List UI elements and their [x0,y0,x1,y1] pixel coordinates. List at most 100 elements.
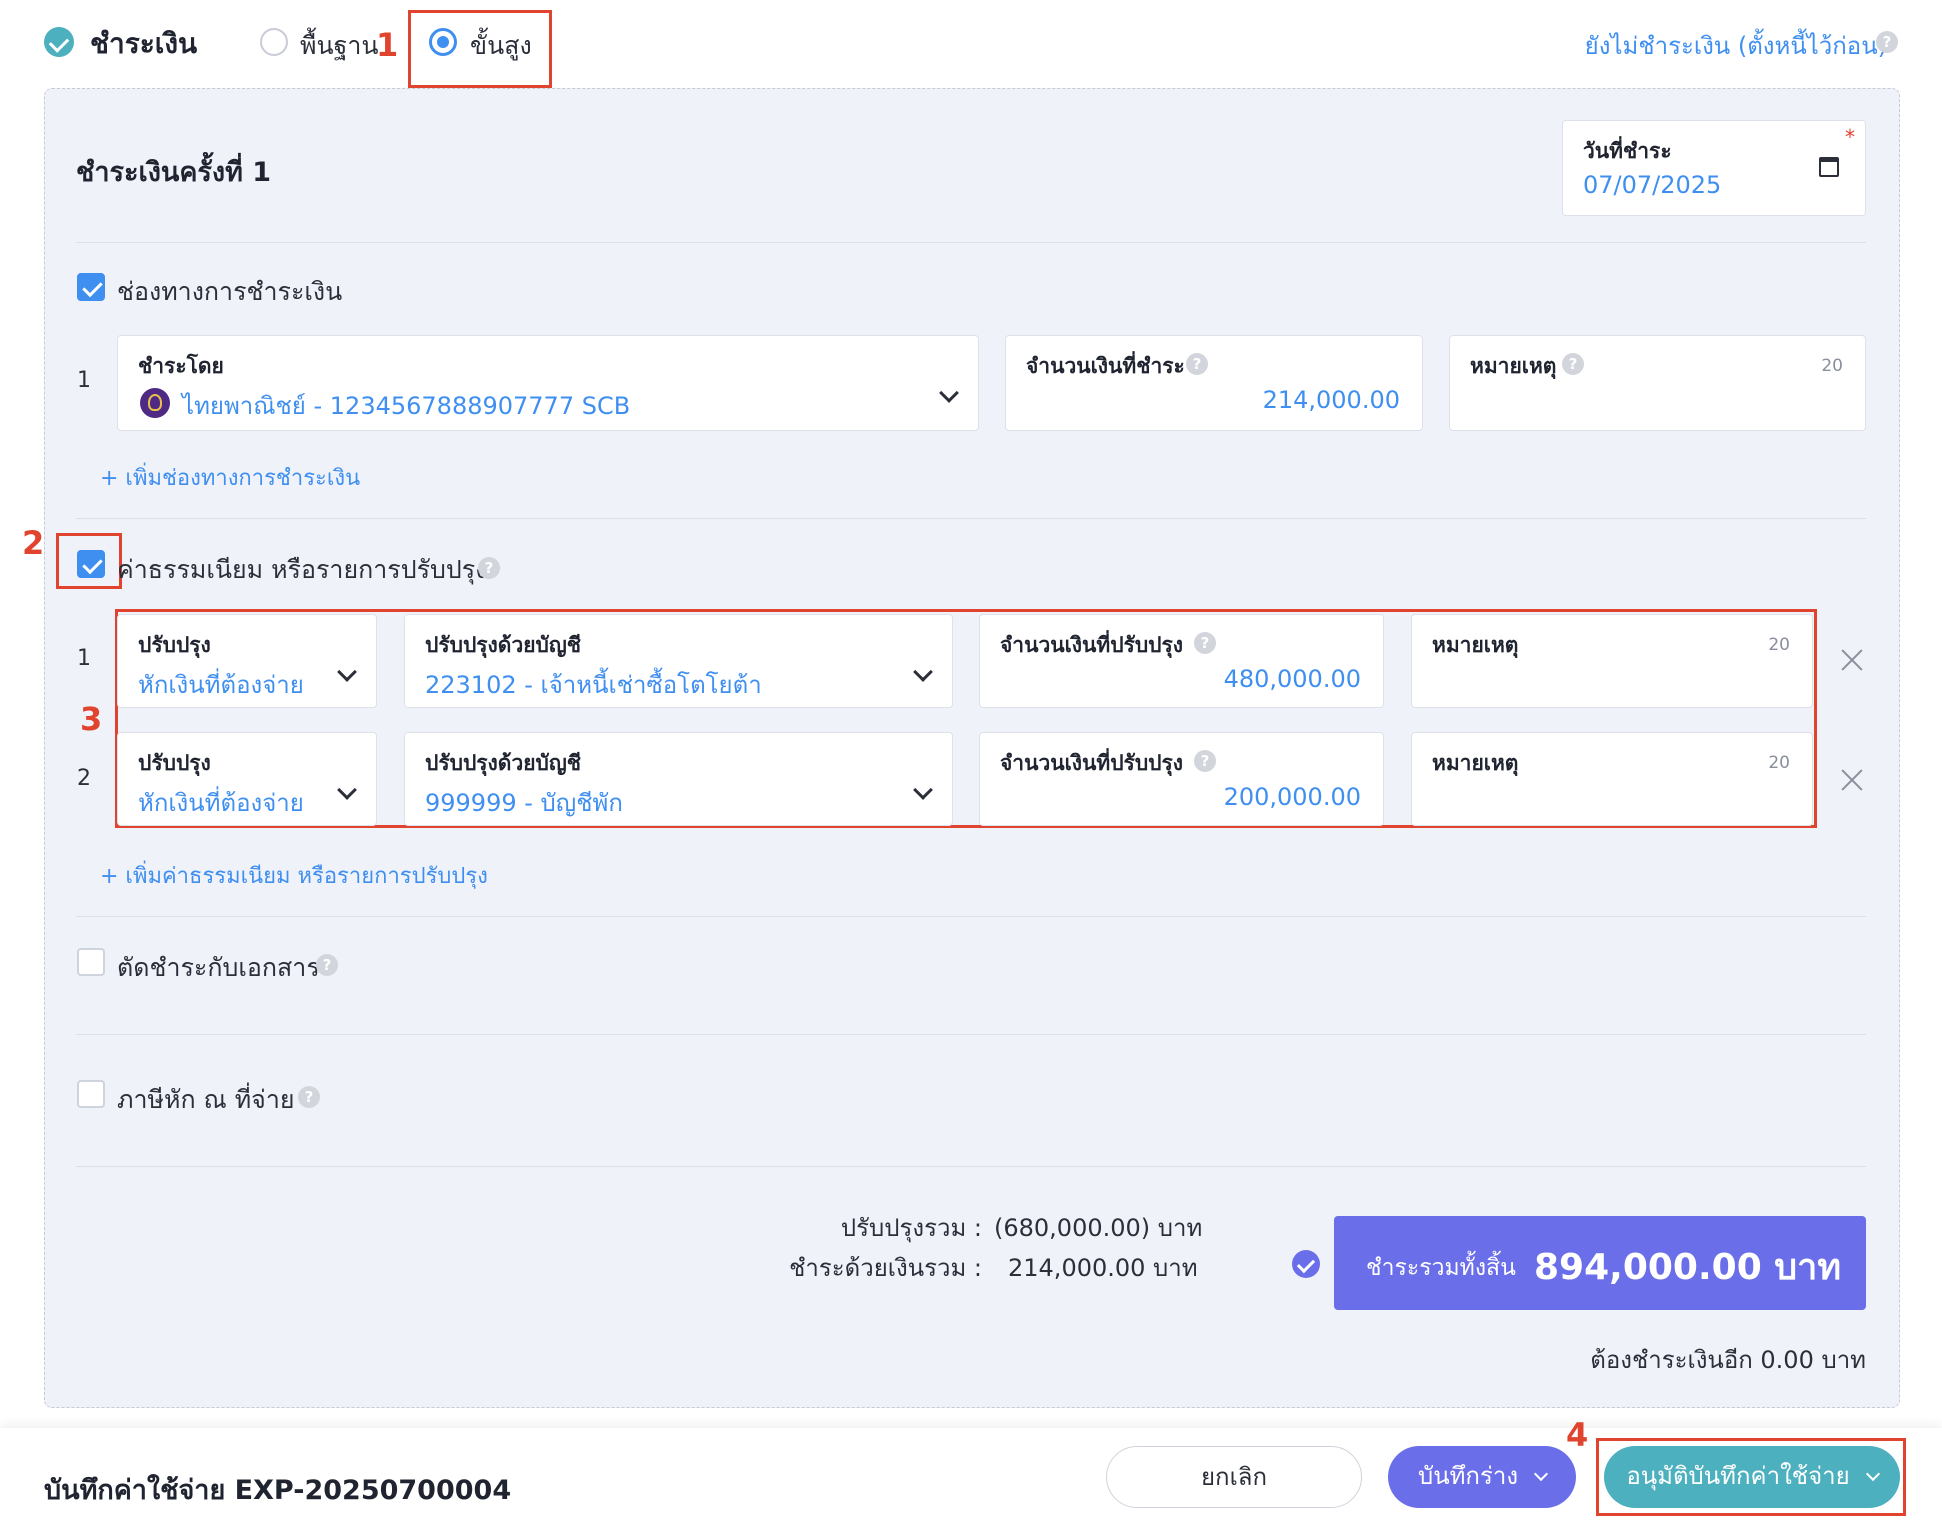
adjustments-label: ค่าธรรมเนียม หรือรายการปรับปรุง [117,555,488,584]
adjustment-type-value: หักเงินที่ต้องจ่าย [138,789,304,817]
pay-by-value: ไทยพาณิชย์ - 1234567888907777 SCB [182,392,631,420]
annotation-2: 2 [22,524,45,562]
adjustment-account-select[interactable]: ปรับปรุงด้วยบัญชี 999999 - บัญชีพัก [404,732,953,826]
unpaid-later-link[interactable]: ยังไม่ชำระเงิน (ตั้งหนี้ไว้ก่อน) [1585,26,1887,65]
cash-total-label: ชำระด้วยเงินรวม : [789,1254,982,1282]
payment-amount-field[interactable]: จำนวนเงินที่ชำระ ? 214,000.00 [1005,335,1423,431]
divider [76,1166,1866,1167]
adjustment-note-label: หมายเหตุ [1432,751,1519,775]
adjustment-note-label: หมายเหตุ [1432,633,1519,657]
total-verified-icon [1292,1250,1320,1278]
chevron-down-icon[interactable] [1533,1466,1549,1482]
adjustment-row-number: 1 [77,646,91,671]
payment-amount-value[interactable]: 214,000.00 [1263,386,1400,414]
cancel-button[interactable]: ยกเลิก [1106,1446,1362,1508]
payment-date-field[interactable]: วันที่ชำระ * 07/07/2025 [1562,120,1866,216]
mode-basic-label[interactable]: พื้นฐาน [300,26,379,66]
offset-docs-checkbox[interactable] [77,948,105,976]
note-char-counter: 20 [1768,753,1790,773]
adjustment-amount-field[interactable]: จำนวนเงินที่ปรับปรุง ? 480,000.00 [979,614,1384,708]
help-icon[interactable]: ? [478,557,500,579]
divider [76,916,1866,917]
chevron-down-icon [913,780,933,800]
channel-row-number: 1 [77,368,91,393]
payment-section-title: ชำระเงิน [90,27,198,60]
adjustment-type-select[interactable]: ปรับปรุง หักเงินที่ต้องจ่าย [117,732,377,826]
payment-amount-label: จำนวนเงินที่ชำระ [1026,354,1185,378]
cash-total-value: 214,000.00 บาท [1008,1254,1198,1282]
adjustment-type-value: หักเงินที่ต้องจ่าย [138,671,304,699]
remove-row-icon[interactable] [1840,768,1864,792]
adjustment-note-field[interactable]: หมายเหตุ 20 [1411,732,1813,826]
offset-docs-label: ตัดชำระกับเอกสาร [117,953,320,982]
help-icon[interactable]: ? [316,954,338,976]
help-icon[interactable]: ? [1562,353,1584,375]
document-title: บันทึกค่าใช้จ่าย EXP-20250700004 [44,1475,512,1506]
help-icon[interactable]: ? [1194,750,1216,772]
chevron-down-icon[interactable] [1865,1466,1880,1482]
required-mark: * [1845,125,1855,149]
add-payment-channel-link[interactable]: + เพิ่มช่องทางการชำระเงิน [100,460,360,495]
payment-channel-checkbox[interactable] [77,273,105,301]
adjustment-type-select[interactable]: ปรับปรุง หักเงินที่ต้องจ่าย [117,614,377,708]
grand-total-label: ชำระรวมทั้งสิ้น [1366,1255,1516,1281]
mode-advanced-label[interactable]: ขั้นสูง [470,26,532,66]
adjustments-checkbox[interactable] [77,550,105,578]
adjustment-amount-value[interactable]: 480,000.00 [1224,665,1361,693]
adjustment-amount-label: จำนวนเงินที่ปรับปรุง [1000,751,1184,775]
payment-note-field[interactable]: หมายเหตุ ? 20 [1449,335,1866,431]
payment-date-label: วันที่ชำระ [1583,139,1672,163]
annotation-4: 4 [1566,1416,1589,1454]
pay-by-label: ชำระโดย [138,354,224,378]
help-icon[interactable]: ? [1186,353,1208,375]
adjustment-amount-value[interactable]: 200,000.00 [1224,783,1361,811]
remove-row-icon[interactable] [1840,648,1864,672]
chevron-down-icon [939,383,959,403]
payment-complete-icon [44,27,74,57]
chevron-down-icon [337,780,357,800]
adjustment-account-label: ปรับปรุงด้วยบัญชี [425,633,582,657]
adjustment-note-field[interactable]: หมายเหตุ 20 [1411,614,1813,708]
mode-basic-radio[interactable] [260,28,288,56]
adjustment-account-select[interactable]: ปรับปรุงด้วยบัญชี 223102 - เจ้าหนี้เช่าซ… [404,614,953,708]
remaining-amount: ต้องชำระเงินอีก 0.00 บาท [1590,1346,1866,1374]
save-draft-label: บันทึกร่าง [1417,1462,1519,1490]
save-draft-button[interactable]: บันทึกร่าง [1388,1446,1576,1508]
annotation-1: 1 [376,26,399,64]
add-adjustment-link[interactable]: + เพิ่มค่าธรรมเนียม หรือรายการปรับปรุง [100,858,488,893]
approve-expense-label: อนุมัติบันทึกค่าใช้จ่าย [1626,1462,1850,1490]
adjustment-amount-label: จำนวนเงินที่ปรับปรุง [1000,633,1184,657]
withholding-tax-checkbox[interactable] [77,1080,105,1108]
grand-total-value: 894,000.00 บาท [1534,1247,1842,1288]
adjustment-amount-field[interactable]: จำนวนเงินที่ปรับปรุง ? 200,000.00 [979,732,1384,826]
chevron-down-icon [913,662,933,682]
adjustment-account-label: ปรับปรุงด้วยบัญชี [425,751,582,775]
chevron-down-icon [337,662,357,682]
divider [76,1034,1866,1035]
adjustment-type-label: ปรับปรุง [138,751,211,775]
payment-round-title: ชำระเงินครั้งที่ 1 [76,157,272,188]
bank-logo-icon [140,388,170,418]
help-icon[interactable]: ? [1194,632,1216,654]
approve-expense-button[interactable]: อนุมัติบันทึกค่าใช้จ่าย [1604,1446,1900,1508]
grand-total-box: ชำระรวมทั้งสิ้น 894,000.00 บาท [1334,1216,1866,1310]
help-icon[interactable]: ? [1876,31,1898,53]
adjustment-type-label: ปรับปรุง [138,633,211,657]
adjustment-row-number: 2 [77,766,91,791]
divider [76,518,1866,519]
adjust-total-label: ปรับปรุงรวม : [840,1214,982,1242]
payment-note-label: หมายเหตุ [1470,354,1557,378]
payment-date-value[interactable]: 07/07/2025 [1583,171,1721,199]
adjust-total-value: (680,000.00) บาท [994,1214,1203,1242]
note-char-counter: 20 [1768,635,1790,655]
calendar-icon[interactable] [1819,157,1839,177]
adjustment-account-value: 999999 - บัญชีพัก [425,789,623,817]
note-char-counter: 20 [1821,356,1843,376]
annotation-3: 3 [80,700,103,738]
payment-channel-label: ช่องทางการชำระเงิน [117,277,343,306]
divider [76,242,1866,243]
adjustment-account-value: 223102 - เจ้าหนี้เช่าซื้อโตโยต้า [425,671,762,699]
help-icon[interactable]: ? [298,1086,320,1108]
pay-by-select[interactable]: ชำระโดย ไทยพาณิชย์ - 1234567888907777 SC… [117,335,979,431]
mode-advanced-radio[interactable] [429,28,457,56]
